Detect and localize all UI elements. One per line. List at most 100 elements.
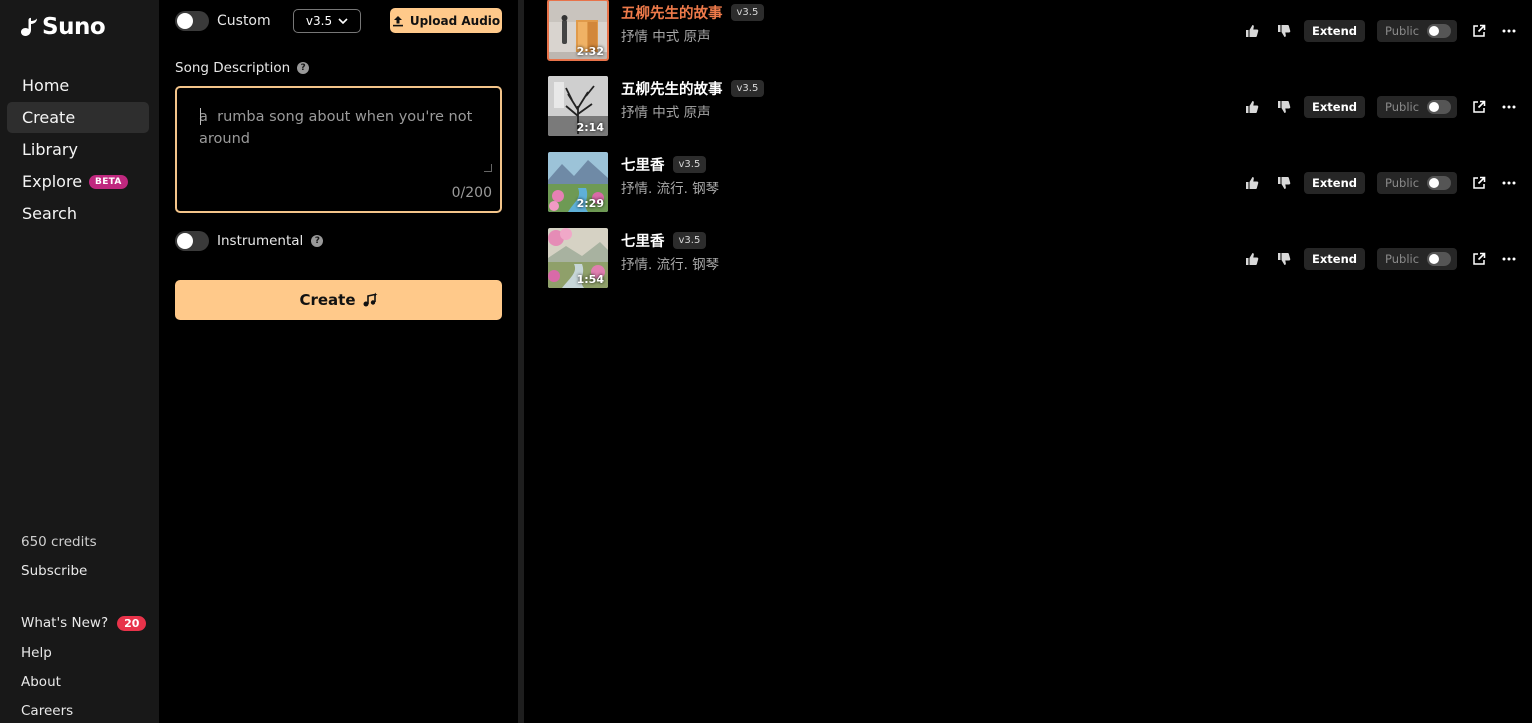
- nav-item-label: Home: [22, 76, 70, 95]
- public-label: Public: [1385, 252, 1420, 266]
- public-toggle[interactable]: [1427, 252, 1452, 266]
- public-toggle[interactable]: [1427, 176, 1452, 190]
- song-title[interactable]: 五柳先生的故事: [621, 78, 723, 99]
- share-icon[interactable]: [1469, 21, 1489, 41]
- extend-button[interactable]: Extend: [1304, 20, 1365, 42]
- song-duration: 2:32: [576, 45, 604, 58]
- extend-button[interactable]: Extend: [1304, 248, 1365, 270]
- thumbs-up-icon[interactable]: [1242, 21, 1262, 41]
- extend-button[interactable]: Extend: [1304, 172, 1365, 194]
- song-cover[interactable]: 1:54: [548, 228, 608, 288]
- song-row[interactable]: 2:14 五柳先生的故事 v3.5 抒情 中式 原声 Extend Public: [524, 76, 1532, 138]
- song-style-tags: 抒情. 流行. 钢琴: [621, 181, 720, 197]
- public-toggle-group[interactable]: Public: [1377, 248, 1458, 270]
- song-actions: Extend Public: [1242, 20, 1519, 42]
- nav-item-search[interactable]: Search: [7, 198, 149, 229]
- song-description-box: 0/200: [175, 86, 502, 213]
- song-title[interactable]: 七里香: [621, 230, 665, 251]
- nav-item-label: Library: [22, 140, 78, 159]
- song-title-line: 七里香 v3.5: [621, 154, 707, 175]
- thumbs-down-icon[interactable]: [1274, 249, 1294, 269]
- chevron-down-icon: [338, 18, 348, 24]
- song-row[interactable]: 2:32 五柳先生的故事 v3.5 抒情 中式 原声 Extend Public: [524, 0, 1532, 62]
- beta-badge: BETA: [89, 174, 128, 189]
- nav-item-home[interactable]: Home: [7, 70, 149, 101]
- thumbs-up-icon[interactable]: [1242, 249, 1262, 269]
- song-style-tags: 抒情 中式 原声: [621, 29, 711, 45]
- thumbs-down-icon[interactable]: [1274, 173, 1294, 193]
- song-row[interactable]: 1:54 七里香 v3.5 抒情. 流行. 钢琴 Extend Public: [524, 228, 1532, 290]
- share-icon[interactable]: [1469, 97, 1489, 117]
- song-actions: Extend Public: [1242, 248, 1519, 270]
- public-toggle-group[interactable]: Public: [1377, 172, 1458, 194]
- custom-mode-label: Custom: [217, 13, 271, 29]
- instrumental-toggle[interactable]: [175, 231, 209, 251]
- song-version-tag: v3.5: [730, 80, 765, 97]
- song-actions: Extend Public: [1242, 172, 1519, 194]
- song-description-input[interactable]: [199, 106, 479, 166]
- thumbs-down-icon[interactable]: [1274, 21, 1294, 41]
- sidebar: Suno Home Create Library Explore BETA Sea…: [0, 0, 159, 723]
- more-options-icon[interactable]: [1499, 173, 1519, 193]
- song-title-line: 五柳先生的故事 v3.5: [621, 2, 765, 23]
- more-options-icon[interactable]: [1499, 97, 1519, 117]
- thumbs-up-icon[interactable]: [1242, 97, 1262, 117]
- public-toggle-group[interactable]: Public: [1377, 20, 1458, 42]
- subscribe-link[interactable]: Subscribe: [21, 563, 87, 579]
- custom-mode-toggle[interactable]: [175, 11, 209, 31]
- create-button-label: Create: [299, 291, 356, 309]
- song-duration: 1:54: [576, 273, 604, 286]
- character-count: 0/200: [451, 185, 492, 201]
- nav-item-label: Search: [22, 204, 77, 223]
- song-style-tags: 抒情 中式 原声: [621, 105, 711, 121]
- create-button[interactable]: Create: [175, 280, 502, 320]
- song-cover[interactable]: 2:32: [547, 0, 609, 61]
- help-link[interactable]: Help: [21, 645, 52, 661]
- public-toggle-group[interactable]: Public: [1377, 96, 1458, 118]
- help-icon[interactable]: ?: [297, 62, 310, 74]
- text-cursor: [200, 108, 201, 125]
- create-panel: Custom v3.5 Upload Audio Song Descriptio…: [159, 0, 518, 723]
- song-title-line: 五柳先生的故事 v3.5: [621, 78, 765, 99]
- upload-audio-button[interactable]: Upload Audio: [390, 8, 502, 33]
- song-duration: 2:29: [576, 197, 604, 210]
- song-version-tag: v3.5: [672, 156, 707, 173]
- instrumental-label: Instrumental: [217, 233, 304, 249]
- custom-mode-row: Custom: [175, 11, 271, 31]
- song-duration: 2:14: [576, 121, 604, 134]
- public-label: Public: [1385, 24, 1420, 38]
- extend-button[interactable]: Extend: [1304, 96, 1365, 118]
- public-toggle[interactable]: [1427, 24, 1452, 38]
- public-label: Public: [1385, 100, 1420, 114]
- song-actions: Extend Public: [1242, 96, 1519, 118]
- nav-item-explore[interactable]: Explore BETA: [7, 166, 149, 197]
- nav-item-label: Explore: [22, 172, 83, 191]
- song-version-tag: v3.5: [672, 232, 707, 249]
- song-cover[interactable]: 2:29: [548, 152, 608, 212]
- careers-link[interactable]: Careers: [21, 703, 73, 719]
- song-title[interactable]: 五柳先生的故事: [621, 2, 723, 23]
- more-options-icon[interactable]: [1499, 249, 1519, 269]
- song-title[interactable]: 七里香: [621, 154, 665, 175]
- thumbs-up-icon[interactable]: [1242, 173, 1262, 193]
- nav-item-create[interactable]: Create: [7, 102, 149, 133]
- nav-item-library[interactable]: Library: [7, 134, 149, 165]
- song-row[interactable]: 2:29 七里香 v3.5 抒情. 流行. 钢琴 Extend Public: [524, 152, 1532, 214]
- public-label: Public: [1385, 176, 1420, 190]
- upload-icon: [392, 15, 403, 26]
- share-icon[interactable]: [1469, 173, 1489, 193]
- help-icon[interactable]: ?: [311, 235, 324, 247]
- share-icon[interactable]: [1469, 249, 1489, 269]
- suno-wave-icon: [21, 17, 37, 36]
- public-toggle[interactable]: [1427, 100, 1452, 114]
- about-link[interactable]: About: [21, 674, 61, 690]
- model-version-select[interactable]: v3.5: [293, 9, 361, 33]
- brand-name: Suno: [42, 14, 106, 40]
- suno-logo[interactable]: Suno: [20, 14, 106, 40]
- song-style-tags: 抒情. 流行. 钢琴: [621, 257, 720, 273]
- resize-handle[interactable]: [484, 164, 492, 172]
- more-options-icon[interactable]: [1499, 21, 1519, 41]
- thumbs-down-icon[interactable]: [1274, 97, 1294, 117]
- whats-new-link[interactable]: What's New? 20: [21, 615, 147, 631]
- song-cover[interactable]: 2:14: [548, 76, 608, 136]
